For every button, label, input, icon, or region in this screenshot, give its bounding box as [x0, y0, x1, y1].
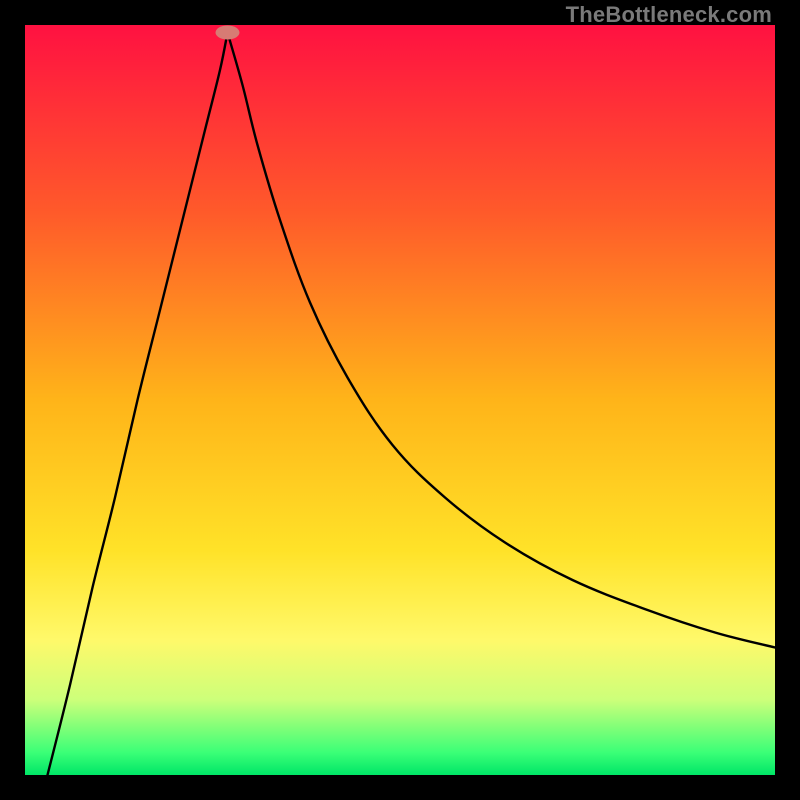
minimum-marker	[216, 26, 240, 40]
chart-svg	[25, 25, 775, 775]
chart-frame	[25, 25, 775, 775]
